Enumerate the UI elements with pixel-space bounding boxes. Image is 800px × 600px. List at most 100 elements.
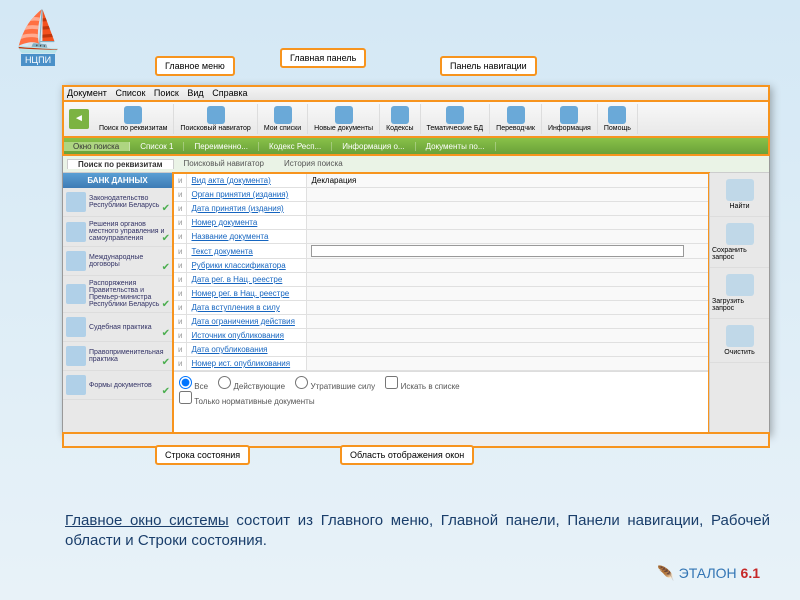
field-value[interactable] xyxy=(307,273,709,287)
row-marker: и xyxy=(174,343,187,357)
field-label-link[interactable]: Дата рег. в Нац. реестре xyxy=(191,275,282,284)
sidebar-item[interactable]: Распоряжения Правительства и Премьер-мин… xyxy=(63,276,172,313)
toolbar-search-req[interactable]: Поиск по реквизитам xyxy=(93,104,174,134)
field-value[interactable]: Декларация xyxy=(307,174,709,188)
menu-document[interactable]: Документ xyxy=(67,88,107,98)
sidebar-item-label: Правоприменительная практика xyxy=(89,349,169,363)
opt-inactive[interactable]: Утратившие силу xyxy=(295,382,375,391)
field-row: иДата принятия (издания) xyxy=(174,202,709,216)
list-icon xyxy=(274,106,292,124)
app-window: Документ Список Поиск Вид Справка ◄ Поис… xyxy=(62,85,770,435)
row-marker: и xyxy=(174,273,187,287)
field-label-link[interactable]: Орган принятия (издания) xyxy=(191,190,288,199)
db-item-icon xyxy=(66,192,86,212)
db-item-icon xyxy=(66,222,86,242)
tab-codex[interactable]: Кодекс Респ... xyxy=(259,142,332,151)
field-label-link[interactable]: Название документа xyxy=(191,232,268,241)
field-value[interactable] xyxy=(307,230,709,244)
opt-inlist[interactable]: Искать в списке xyxy=(385,382,459,391)
tab-search-window[interactable]: Окно поиска xyxy=(63,142,130,151)
toolbar-mylists[interactable]: Мои списки xyxy=(258,104,308,134)
sidebar-item-label: Решения органов местного управления и са… xyxy=(89,221,169,242)
menu-list[interactable]: Список xyxy=(115,88,145,98)
menu-view[interactable]: Вид xyxy=(187,88,203,98)
field-row: иНомер документа xyxy=(174,216,709,230)
field-label-link[interactable]: Номер рег. в Нац. реестре xyxy=(191,289,289,298)
field-label-link[interactable]: Вид акта (документа) xyxy=(191,176,270,185)
field-label-link[interactable]: Текст документа xyxy=(191,247,252,256)
sidebar-item-label: Распоряжения Правительства и Премьер-мин… xyxy=(89,280,169,308)
tab-rename[interactable]: Переименно... xyxy=(184,142,258,151)
sidebar-item[interactable]: Законодательство Республики Беларусь✔ xyxy=(63,188,172,217)
row-marker: и xyxy=(174,244,187,259)
row-marker: и xyxy=(174,188,187,202)
workarea: БАНК ДАННЫХ Законодательство Республики … xyxy=(63,173,769,433)
toolbar-help[interactable]: Помощь xyxy=(598,104,638,134)
btn-find[interactable]: Найти xyxy=(710,173,769,217)
subtab-nav[interactable]: Поисковый навигатор xyxy=(174,159,274,168)
field-value[interactable] xyxy=(307,244,709,259)
subtab-req[interactable]: Поиск по реквизитам xyxy=(67,159,174,169)
field-label-link[interactable]: Дата опубликования xyxy=(191,345,267,354)
row-marker: и xyxy=(174,287,187,301)
back-button[interactable]: ◄ xyxy=(69,109,89,129)
field-value[interactable] xyxy=(307,202,709,216)
save-icon xyxy=(726,223,754,245)
db-icon xyxy=(446,106,464,124)
toolbar-codex[interactable]: Кодексы xyxy=(380,104,420,134)
btn-load-query[interactable]: Загрузить запрос xyxy=(710,268,769,319)
sidebar-item[interactable]: Международные договоры✔ xyxy=(63,247,172,276)
magnifier-icon xyxy=(726,179,754,201)
field-value[interactable] xyxy=(307,315,709,329)
btn-save-query[interactable]: Сохранить запрос xyxy=(710,217,769,268)
opt-normonly[interactable]: Только нормативные документы xyxy=(179,397,315,406)
ship-icon: ⛵ xyxy=(8,8,68,55)
field-row: иРубрики классификатора xyxy=(174,259,709,273)
sidebar-item-label: Судебная практика xyxy=(89,324,152,331)
tab-docs[interactable]: Документы по... xyxy=(416,142,496,151)
field-row: иДата ограничения действия xyxy=(174,315,709,329)
opt-all[interactable]: Все xyxy=(179,382,208,391)
toolbar-translate[interactable]: Переводчик xyxy=(490,104,542,134)
field-value[interactable] xyxy=(307,287,709,301)
field-label-link[interactable]: Рубрики классификатора xyxy=(191,261,285,270)
field-value[interactable] xyxy=(307,216,709,230)
field-value[interactable] xyxy=(307,357,709,371)
fields-table: и Вид акта (документа) Декларация и Орган пр… xyxy=(173,173,709,371)
check-icon: ✔ xyxy=(162,203,170,214)
toolbar-nav[interactable]: Поисковый навигатор xyxy=(174,104,257,134)
field-label-link[interactable]: Дата вступления в силу xyxy=(191,303,279,312)
text-input[interactable] xyxy=(311,245,684,257)
sidebar-item-label: Формы документов xyxy=(89,382,152,389)
toolbar-info[interactable]: Информация xyxy=(542,104,598,134)
field-label-link[interactable]: Номер ист. опубликования xyxy=(191,359,290,368)
field-value[interactable] xyxy=(307,188,709,202)
nav-icon xyxy=(207,106,225,124)
btn-clear[interactable]: Очистить xyxy=(710,319,769,363)
tab-list1[interactable]: Список 1 xyxy=(130,142,184,151)
field-row: иИсточник опубликования xyxy=(174,329,709,343)
field-label-link[interactable]: Дата принятия (издания) xyxy=(191,204,283,213)
sidebar-item[interactable]: Решения органов местного управления и са… xyxy=(63,217,172,247)
sidebar-item[interactable]: Правоприменительная практика✔ xyxy=(63,342,172,371)
right-panel: Найти Сохранить запрос Загрузить запрос … xyxy=(709,173,769,433)
field-value[interactable] xyxy=(307,301,709,315)
sidebar-item[interactable]: Формы документов✔ xyxy=(63,371,172,400)
menubar[interactable]: Документ Список Поиск Вид Справка xyxy=(63,86,769,101)
sidebar-item[interactable]: Судебная практика✔ xyxy=(63,313,172,342)
toolbar-thematic[interactable]: Тематические БД xyxy=(421,104,491,134)
menu-search[interactable]: Поиск xyxy=(154,88,179,98)
field-value[interactable] xyxy=(307,343,709,357)
toolbar-newdocs[interactable]: Новые документы xyxy=(308,104,380,134)
field-label-link[interactable]: Номер документа xyxy=(191,218,257,227)
subtab-history[interactable]: История поиска xyxy=(274,159,353,168)
tab-info[interactable]: Информация о... xyxy=(332,142,415,151)
menu-help[interactable]: Справка xyxy=(212,88,247,98)
field-value[interactable] xyxy=(307,259,709,273)
opt-active[interactable]: Действующие xyxy=(218,382,285,391)
field-label-link[interactable]: Дата ограничения действия xyxy=(191,317,294,326)
sidebar-header: БАНК ДАННЫХ xyxy=(63,173,172,188)
field-value[interactable] xyxy=(307,329,709,343)
desc-title: Главное окно системы xyxy=(65,512,229,529)
field-label-link[interactable]: Источник опубликования xyxy=(191,331,283,340)
